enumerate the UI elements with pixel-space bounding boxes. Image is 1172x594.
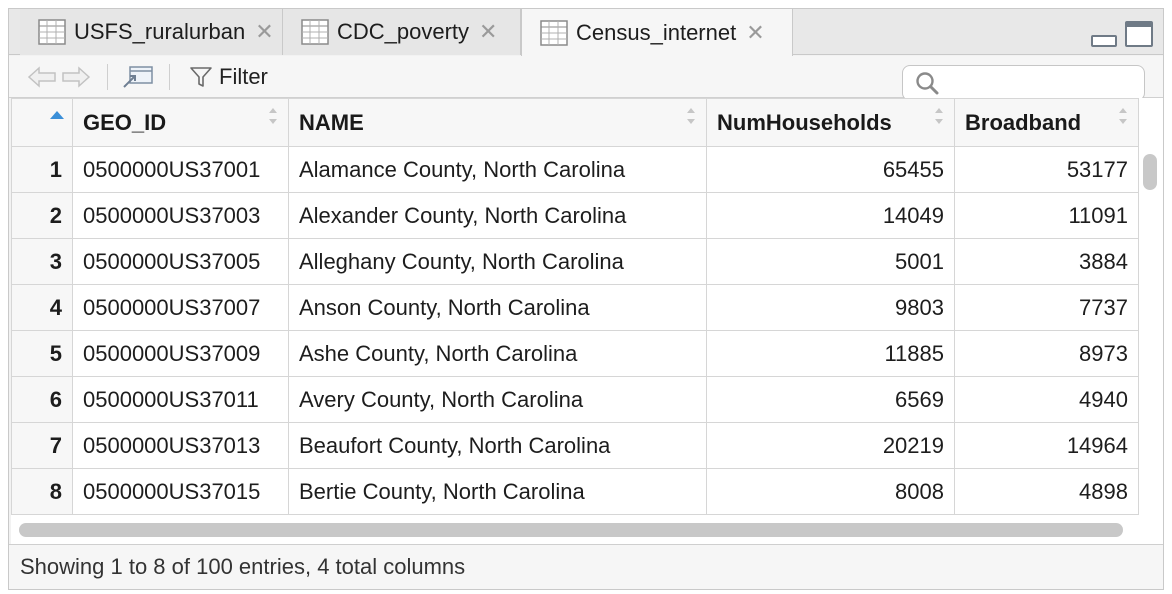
- sort-arrows-icon: [935, 108, 943, 124]
- column-header-broadband[interactable]: Broadband: [954, 98, 1139, 147]
- cell-geo-id[interactable]: 0500000US37005: [72, 238, 289, 285]
- close-icon[interactable]: ✕: [479, 21, 497, 43]
- cell-broadband[interactable]: 11091: [954, 192, 1139, 239]
- column-header-label: Broadband: [965, 109, 1082, 135]
- cell-broadband[interactable]: 3884: [954, 238, 1139, 285]
- sort-arrows-icon: [1119, 108, 1127, 124]
- cell-broadband[interactable]: 14964: [954, 422, 1139, 469]
- cell-geo-id[interactable]: 0500000US37011: [72, 376, 289, 423]
- grid-table-icon: [301, 19, 329, 45]
- tab-label: USFS_ruralurban: [74, 19, 246, 44]
- search-icon: [916, 72, 939, 95]
- cell-numhouseholds[interactable]: 6569: [706, 376, 955, 423]
- column-header-label: NumHouseholds: [717, 109, 892, 135]
- cell-geo-id[interactable]: 0500000US37001: [72, 146, 289, 193]
- toolbar-divider: [107, 64, 108, 90]
- tab-strip: USFS_ruralurban ✕ CDC_poverty ✕ Census_i…: [9, 9, 1163, 56]
- cell-geo-id[interactable]: 0500000US37009: [72, 330, 289, 377]
- cell-name[interactable]: Alleghany County, North Carolina: [288, 238, 707, 285]
- cell-name[interactable]: Anson County, North Carolina: [288, 284, 707, 331]
- tab-label: CDC_poverty: [337, 19, 470, 44]
- row-number: 7: [11, 422, 73, 469]
- cell-name[interactable]: Avery County, North Carolina: [288, 376, 707, 423]
- cell-geo-id[interactable]: 0500000US37015: [72, 468, 289, 515]
- row-number: 6: [11, 376, 73, 423]
- table-row[interactable]: 6 0500000US37011 Avery County, North Car…: [11, 376, 1139, 423]
- cell-broadband[interactable]: 8973: [954, 330, 1139, 377]
- entries-summary: Showing 1 to 8 of 100 entries, 4 total c…: [20, 554, 466, 579]
- table-row[interactable]: 5 0500000US37009 Ashe County, North Caro…: [11, 330, 1139, 377]
- row-number: 8: [11, 468, 73, 515]
- cell-broadband[interactable]: 7737: [954, 284, 1139, 331]
- cell-name[interactable]: Alamance County, North Carolina: [288, 146, 707, 193]
- cell-numhouseholds[interactable]: 11885: [706, 330, 955, 377]
- cell-numhouseholds[interactable]: 65455: [706, 146, 955, 193]
- table-row[interactable]: 8 0500000US37015 Bertie County, North Ca…: [11, 468, 1139, 515]
- cell-geo-id[interactable]: 0500000US37007: [72, 284, 289, 331]
- filter-funnel-icon: [190, 67, 212, 87]
- cell-numhouseholds[interactable]: 20219: [706, 422, 955, 469]
- sort-ascending-icon: [50, 111, 64, 119]
- row-number: 2: [11, 192, 73, 239]
- filter-label: Filter: [219, 64, 268, 89]
- column-header-label: NAME: [299, 109, 364, 135]
- grid-table-icon: [38, 19, 66, 45]
- cell-name[interactable]: Ashe County, North Carolina: [288, 330, 707, 377]
- maximize-pane-icon[interactable]: [1125, 21, 1153, 47]
- filter-button[interactable]: Filter: [189, 64, 268, 90]
- horizontal-scrollbar-thumb[interactable]: [19, 523, 1123, 537]
- cell-name[interactable]: Beaufort County, North Carolina: [288, 422, 707, 469]
- close-icon[interactable]: ✕: [746, 21, 764, 44]
- data-viewer-pane: USFS_ruralurban ✕ CDC_poverty ✕ Census_i…: [8, 8, 1164, 590]
- cell-geo-id[interactable]: 0500000US37013: [72, 422, 289, 469]
- popout-icon[interactable]: [121, 64, 155, 90]
- minimize-pane-icon[interactable]: [1091, 35, 1117, 47]
- column-header-name[interactable]: NAME: [288, 98, 707, 147]
- cell-broadband[interactable]: 53177: [954, 146, 1139, 193]
- cell-name[interactable]: Alexander County, North Carolina: [288, 192, 707, 239]
- cell-numhouseholds[interactable]: 5001: [706, 238, 955, 285]
- horizontal-scrollbar[interactable]: [13, 523, 1143, 537]
- cell-geo-id[interactable]: 0500000US37003: [72, 192, 289, 239]
- tab-usfs-ruralurban[interactable]: USFS_ruralurban ✕: [20, 9, 283, 55]
- status-bar: Showing 1 to 8 of 100 entries, 4 total c…: [9, 544, 1163, 589]
- row-number: 3: [11, 238, 73, 285]
- row-number-header[interactable]: [11, 98, 73, 147]
- row-number: 1: [11, 146, 73, 193]
- table-row[interactable]: 1 0500000US37001 Alamance County, North …: [11, 146, 1139, 193]
- table-row[interactable]: 3 0500000US37005 Alleghany County, North…: [11, 238, 1139, 285]
- close-icon[interactable]: ✕: [255, 21, 273, 43]
- cell-broadband[interactable]: 4898: [954, 468, 1139, 515]
- back-arrow-icon[interactable]: [27, 64, 57, 90]
- vertical-scrollbar-thumb[interactable]: [1143, 154, 1157, 190]
- cell-numhouseholds[interactable]: 8008: [706, 468, 955, 515]
- row-number: 5: [11, 330, 73, 377]
- table-row[interactable]: 7 0500000US37013 Beaufort County, North …: [11, 422, 1139, 469]
- cell-broadband[interactable]: 4940: [954, 376, 1139, 423]
- cell-name[interactable]: Bertie County, North Carolina: [288, 468, 707, 515]
- column-header-label: GEO_ID: [83, 109, 167, 135]
- table-row[interactable]: 4 0500000US37007 Anson County, North Car…: [11, 284, 1139, 331]
- search-input[interactable]: [947, 68, 1137, 98]
- cell-numhouseholds[interactable]: 14049: [706, 192, 955, 239]
- column-header-geo-id[interactable]: GEO_ID: [72, 98, 289, 147]
- column-header-numhouseholds[interactable]: NumHouseholds: [706, 98, 955, 147]
- header-row: GEO_ID NAME NumHouseholds Broadband: [11, 98, 1139, 147]
- table-row[interactable]: 2 0500000US37003 Alexander County, North…: [11, 192, 1139, 239]
- sort-arrows-icon: [269, 108, 277, 124]
- toolbar-divider: [169, 64, 170, 90]
- cell-numhouseholds[interactable]: 9803: [706, 284, 955, 331]
- row-number: 4: [11, 284, 73, 331]
- data-grid: GEO_ID NAME NumHouseholds Broadband 1 05…: [11, 98, 1163, 544]
- tab-census-internet[interactable]: Census_internet ✕: [521, 9, 793, 56]
- data-table: GEO_ID NAME NumHouseholds Broadband 1 05…: [11, 98, 1139, 515]
- forward-arrow-icon[interactable]: [61, 64, 91, 90]
- pane-window-controls: [1091, 21, 1153, 47]
- grid-table-icon: [540, 19, 568, 46]
- tab-label: Census_internet: [576, 19, 737, 45]
- viewer-toolbar: Filter: [9, 56, 1163, 101]
- search-field[interactable]: [902, 65, 1145, 101]
- tab-cdc-poverty[interactable]: CDC_poverty ✕: [283, 9, 521, 55]
- sort-arrows-icon: [687, 108, 695, 124]
